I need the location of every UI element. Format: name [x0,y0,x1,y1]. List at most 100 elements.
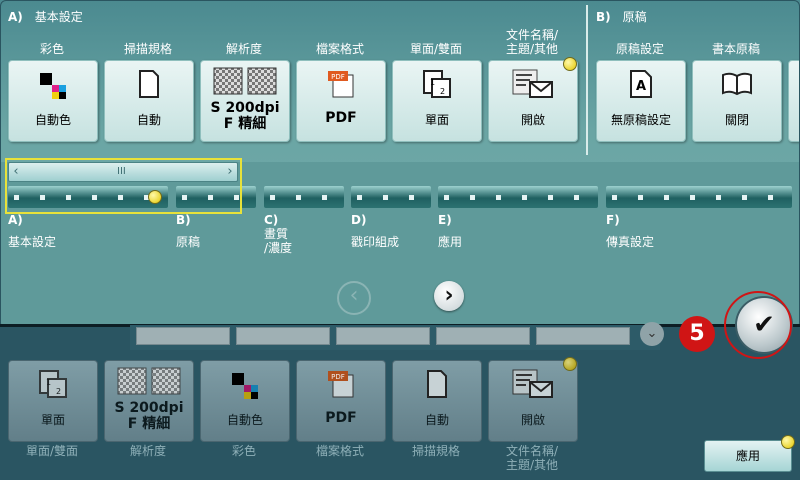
tab-name: 畫質 [264,227,289,241]
tab-letter: E) [438,213,452,227]
svg-text:PDF: PDF [331,73,345,81]
tile-value: 關閉 [724,113,749,127]
tab-quality[interactable]: C) 畫質 /濃度 [264,213,292,255]
simplex-icon: 1 2 [423,70,451,98]
tray-slot [336,327,430,345]
tray-slot [236,327,330,345]
section-letter: A) [8,10,23,24]
file-format-button[interactable]: PDF PDF [296,60,386,142]
svg-text:PDF: PDF [331,373,345,381]
current-resolution[interactable]: S 200dpi F 精細 [104,360,194,442]
book-icon [722,72,752,96]
page-icon [427,370,447,398]
tile-value: 自動色 [226,413,263,427]
tab-application[interactable]: E) 應用 [438,213,462,249]
current-document-name[interactable]: 開啟 [488,360,578,442]
tab-bar-quality[interactable] [264,186,344,208]
scroll-selection-frame [5,158,242,214]
tab-basic[interactable]: A) 基本設定 [8,213,56,249]
caption-document-name: 文件名稱/ 主題/其他 [488,444,576,472]
caption-line: 文件名稱/ [505,444,559,458]
label-original-setting: 原稿設定 [615,42,664,56]
tile-value: S 200dpi [114,400,184,416]
resolution-button[interactable]: S 200dpi F 精細 [200,60,290,142]
tab-name: /濃度 [264,241,293,255]
tile-value: 自動色 [34,113,71,127]
caption-color: 彩色 [231,444,256,458]
tab-bar-application[interactable] [438,186,598,208]
tile-value: PDF [325,110,357,126]
document-name-button[interactable]: 開啟 [488,60,578,142]
tab-letter: D) [351,213,367,227]
tile-value: PDF [325,410,357,426]
simplex-duplex-button[interactable]: 1 2 單面 [392,60,482,142]
expand-chevron-down-icon[interactable]: ⌄ [640,322,664,346]
simplex-icon: 1 2 [39,370,67,398]
tab-name: 應用 [438,235,463,249]
tab-bar-stamp[interactable] [351,186,431,208]
svg-text:2: 2 [56,387,61,396]
tile-value: 開啟 [520,113,545,127]
book-original-button[interactable]: 關閉 [692,60,782,142]
tile-value: S 200dpi [210,100,280,116]
original-setting-button[interactable]: A 無原稿設定 [596,60,686,142]
section-title: 原稿 [622,10,647,24]
section-divider [586,5,588,155]
tile-value: F 精細 [223,116,267,132]
prev-page-icon[interactable]: ‹ [337,281,371,315]
tab-letter: C) [264,213,279,227]
label-simplex-duplex: 單面/雙面 [409,42,463,56]
tab-dots [444,195,592,200]
label-resolution: 解析度 [225,42,262,56]
settings-tray [130,325,660,350]
highlight-ring [724,291,792,359]
tray-slot [536,327,630,345]
tab-name: 傳真設定 [606,235,655,249]
next-page-icon[interactable]: › [434,281,464,311]
apply-button[interactable]: 應用 [704,440,792,472]
svg-text:A: A [636,79,646,94]
tab-letter: A) [8,213,23,227]
tab-name: 基本設定 [8,235,57,249]
a-page-icon: A [630,70,652,98]
tab-fax[interactable]: F) 傳真設定 [606,213,654,249]
tab-dots [612,195,786,200]
tab-letter: F) [606,213,620,227]
caption-resolution: 解析度 [129,444,166,458]
color-squares-icon [40,73,66,99]
indicator-dot-icon [781,435,795,449]
caption-line: 主題/其他 [505,458,559,472]
label-color: 彩色 [39,42,64,56]
step-number-badge: 5 [679,316,715,352]
caption-file-format: 檔案格式 [315,444,364,458]
tab-dots [270,195,338,200]
current-file-format[interactable]: PDF PDF [296,360,386,442]
tile-value: 單面 [424,113,449,127]
tab-bar-fax[interactable] [606,186,792,208]
tile-value: 開啟 [520,413,545,427]
tab-letter: B) [176,213,191,227]
checker-icon [213,67,277,95]
list-mail-icon [512,69,553,98]
scan-size-button[interactable]: 自動 [104,60,194,142]
tray-slot [436,327,530,345]
tile-value: 單面 [40,413,65,427]
current-simplex-duplex[interactable]: 1 2 單面 [8,360,98,442]
current-scan-size[interactable]: 自動 [392,360,482,442]
label-file-format: 檔案格式 [315,42,364,56]
tab-dots [357,195,425,200]
label-line: 主題/其他 [505,42,559,56]
section-letter: B) [596,10,611,24]
color-button[interactable]: 自動色 [8,60,98,142]
caption-simplex-duplex: 單面/雙面 [25,444,79,458]
list-mail-icon [512,369,553,398]
tile-value: 自動 [136,113,161,127]
caption-scan-size: 掃描規格 [411,444,460,458]
next-tile-partial[interactable] [788,60,800,142]
current-color[interactable]: 自動色 [200,360,290,442]
tab-stamp[interactable]: D) 戳印組成 [351,213,399,249]
tab-original[interactable]: B) 原稿 [176,213,200,249]
tab-name: 原稿 [176,235,201,249]
checker-icon [117,367,181,395]
label-document-name: 文件名稱/ 主題/其他 [488,28,576,56]
